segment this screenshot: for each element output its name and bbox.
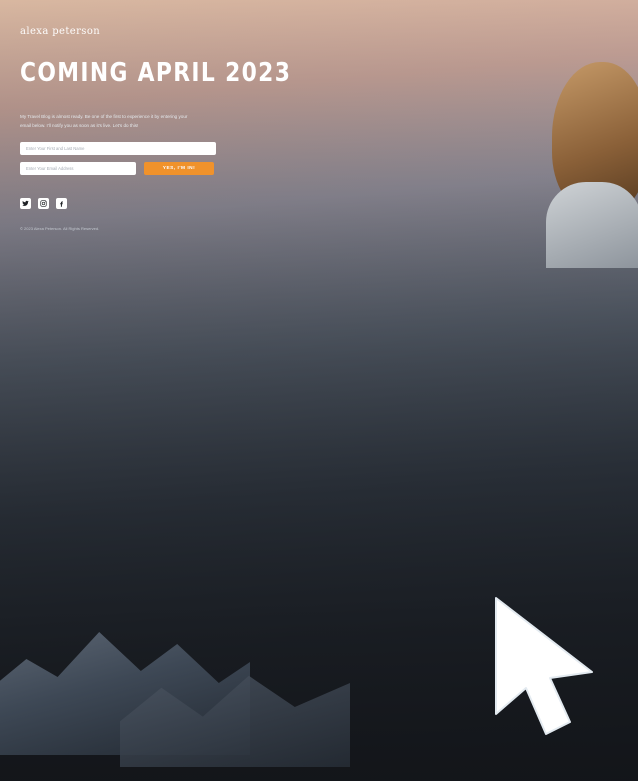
mouse-pointer-icon xyxy=(495,597,593,735)
mountain-sunset-photo xyxy=(0,0,638,781)
page-background: Sunny Lenses FRAMES LENSES PRICING REVIE… xyxy=(0,0,638,781)
alexa-peterson-landing-page-card: alexa peterson COMING APRIL 2023 My Trav… xyxy=(0,0,638,781)
